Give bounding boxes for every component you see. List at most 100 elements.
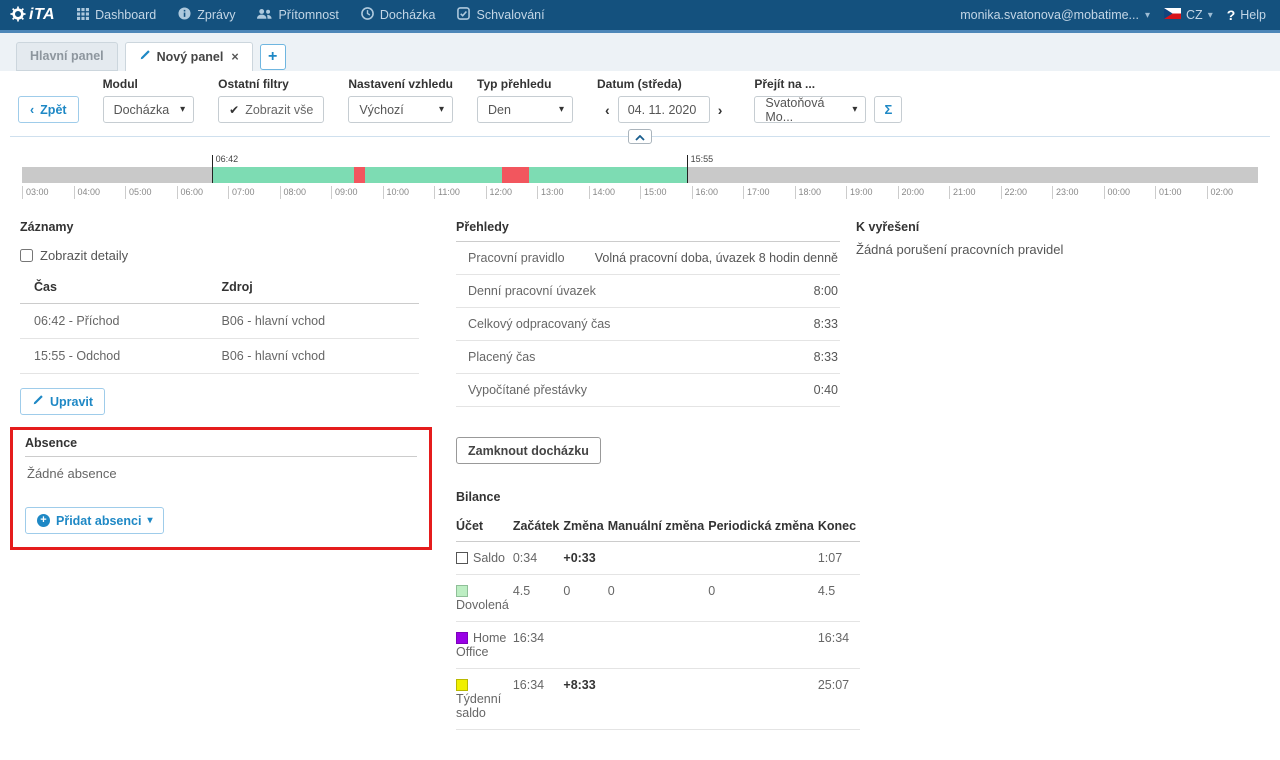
navbar-right: monika.svatonova@mobatime... ▾ CZ ▾ ? He…: [960, 7, 1280, 23]
tab-novy-panel[interactable]: Nový panel ×: [124, 42, 253, 71]
timeline-tick: 14:00: [588, 186, 615, 199]
timeline-track: 06:42 15:55: [22, 154, 1258, 183]
timeline-tick: 07:00: [228, 186, 255, 199]
appearance-label: Nastavení vzhledu: [348, 77, 454, 91]
account-color-swatch: [456, 679, 468, 691]
add-absence-button[interactable]: + Přidat absenci ▾: [25, 507, 165, 534]
timeline-tick: 20:00: [897, 186, 924, 199]
sum-button[interactable]: Σ: [874, 96, 903, 123]
date-next-button[interactable]: ›: [710, 102, 731, 118]
balance-title: Bilance: [456, 490, 501, 504]
balance-cell-manual: [607, 668, 709, 730]
overview-list: Pracovní pravidlo Volná pracovní doba, úv…: [456, 242, 840, 407]
overview-row-value: 8:33: [813, 350, 838, 364]
appearance-select[interactable]: Výchozí ▾: [348, 96, 454, 123]
balance-account-cell: Týdenní saldo: [456, 668, 513, 730]
balance-cell-change: [563, 621, 608, 669]
check-square-icon: [457, 7, 471, 23]
back-button[interactable]: ‹ Zpět: [18, 96, 79, 123]
language-selector[interactable]: CZ ▾: [1164, 8, 1213, 22]
question-mark-icon: ?: [1226, 7, 1236, 23]
balance-cell-periodic: [708, 668, 818, 730]
record-source: B06 - hlavní vchod: [207, 303, 419, 339]
balance-cell-end: 1:07: [817, 541, 861, 575]
records-table: Čas Zdroj 06:42 - Příchod B06 - hlavní v…: [20, 271, 419, 374]
issues-text: Žádná porušení pracovních pravidel: [856, 242, 1064, 257]
chevron-down-icon: ▾: [147, 515, 153, 526]
czech-flag-icon: [1164, 8, 1182, 22]
timeline-tick: 06:00: [176, 186, 203, 199]
timeline-tick: 02:00: [1206, 186, 1233, 199]
language-label: CZ: [1186, 8, 1203, 22]
add-panel-button[interactable]: +: [259, 44, 286, 70]
balance-table: Účet Začátek Změna Manuální změna Periodická…: [456, 512, 861, 730]
clock-icon: [361, 7, 374, 23]
app-logo[interactable]: iTA: [0, 5, 69, 25]
appearance-select-value: Výchozí: [359, 102, 404, 117]
show-all-filters-button[interactable]: ✔ Zobrazit vše: [218, 96, 325, 123]
overview-row-value: 8:00: [813, 284, 838, 298]
top-navbar: iTA Dashboard Zprávy Přítomnost Docházka…: [0, 0, 1280, 33]
overview-row-value: 8:33: [813, 317, 838, 331]
record-row: 15:55 - Odchod B06 - hlavní vchod: [20, 338, 419, 374]
nav-item-schvalovani[interactable]: Schvalování: [457, 7, 545, 23]
modul-label: Modul: [102, 77, 138, 91]
chevron-down-icon: ▾: [558, 104, 565, 115]
user-menu[interactable]: monika.svatonova@mobatime... ▾: [960, 8, 1150, 22]
balance-cell-end: 16:34: [817, 621, 861, 669]
help-link[interactable]: ? Help: [1227, 7, 1266, 23]
filters-label: Ostatní filtry: [218, 77, 289, 91]
chevron-down-icon: ▾: [438, 104, 445, 115]
modul-select[interactable]: Docházka ▾: [102, 96, 195, 123]
absence-annotation-box: Absence Žádné absence + Přidat absenci ▾: [10, 427, 432, 550]
date-input[interactable]: [617, 96, 710, 123]
tab-hlavni-panel[interactable]: Hlavní panel: [16, 42, 118, 71]
modul-select-value: Docházka: [113, 102, 170, 117]
users-icon: [257, 8, 272, 23]
timeline-segment-break: [502, 167, 530, 183]
timeline-tick: 22:00: [1000, 186, 1027, 199]
user-email: monika.svatonova@mobatime...: [960, 8, 1139, 22]
nav-item-dashboard[interactable]: Dashboard: [77, 7, 157, 23]
toolbar-panel: ‹ Zpět Modul Docházka ▾ Ostatní filtry ✔…: [10, 71, 1270, 144]
close-icon[interactable]: ×: [231, 50, 238, 64]
balance-header-row: Účet Začátek Změna Manuální změna Periodická…: [456, 512, 861, 542]
timeline-marker: 15:55: [686, 154, 713, 183]
issues-column: K vyřešení Žádná porušení pracovních pra…: [856, 220, 1260, 257]
edit-records-button[interactable]: Upravit: [20, 388, 106, 415]
chevron-left-icon: ‹: [30, 102, 35, 117]
show-details-checkbox[interactable]: [20, 249, 33, 262]
timeline-tick: 08:00: [279, 186, 306, 199]
goto-person-select[interactable]: Svatoňová Mo... ▾: [754, 96, 867, 124]
overview-row: Pracovní pravidlo Volná pracovní doba, úv…: [456, 242, 840, 275]
record-row: 06:42 - Příchod B06 - hlavní vchod: [20, 303, 419, 339]
account-label: Dovolená: [456, 598, 509, 612]
nav-item-pritomnost[interactable]: Přítomnost: [257, 8, 339, 23]
nav-item-label: Schvalování: [476, 8, 545, 22]
overview-row: Celkový odpracovaný čas 8:33: [456, 308, 840, 341]
account-label: Saldo: [473, 551, 505, 565]
record-source: B06 - hlavní vchod: [207, 338, 419, 374]
nav-item-zpravy[interactable]: Zprávy: [178, 7, 235, 23]
collapse-toolbar-button[interactable]: [628, 129, 652, 144]
nav-item-label: Dashboard: [95, 8, 157, 22]
nav-item-dochazka[interactable]: Docházka: [361, 7, 435, 23]
balance-tbody: Saldo 0:34 +0:33 1:07 Dovolená 4.5 0 0 0 4.5 Home …: [456, 541, 861, 730]
lock-attendance-button[interactable]: Zamknout docházku: [456, 437, 601, 464]
overview-row-label: Denní pracovní úvazek: [468, 284, 596, 298]
back-button-label: Zpět: [40, 102, 67, 117]
overview-title: Přehledy: [456, 220, 840, 242]
view-type-select[interactable]: Den ▾: [477, 96, 574, 123]
chevron-down-icon: ▾: [852, 104, 858, 115]
balance-cell-periodic: 0: [708, 574, 818, 622]
app-logo-text: iTA: [29, 6, 56, 23]
nav-item-label: Zprávy: [197, 8, 236, 22]
date-prev-button[interactable]: ‹: [597, 102, 618, 118]
show-details-row: Zobrazit detaily: [20, 248, 440, 263]
account-color-swatch: [456, 632, 468, 644]
timeline-tick: 09:00: [331, 186, 358, 199]
records-title: Záznamy: [20, 220, 74, 234]
timeline-tick: 15:00: [640, 186, 667, 199]
overview-column: Přehledy Pracovní pravidlo Volná pracovní…: [456, 220, 861, 730]
records-column-header: Čas: [20, 271, 208, 304]
